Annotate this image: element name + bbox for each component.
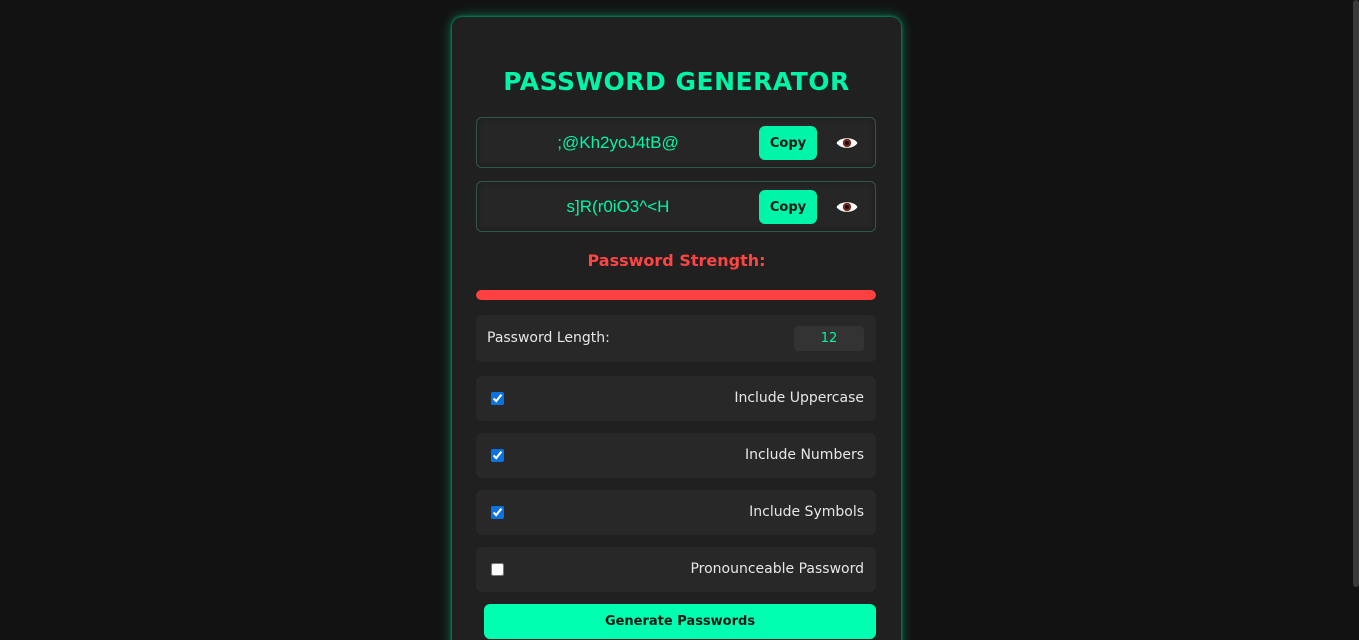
uppercase-checkbox[interactable] <box>491 392 504 405</box>
generator-card: PASSWORD GENERATOR ;@Kh2yoJ4tB@ Copy s]R… <box>452 17 901 640</box>
generate-button[interactable]: Generate Passwords <box>484 604 876 639</box>
copy-button-1[interactable]: Copy <box>759 126 817 160</box>
password-output-2: s]R(r0iO3^<H Copy <box>476 181 876 232</box>
password-value-2[interactable]: s]R(r0iO3^<H <box>477 182 759 231</box>
password-output-1: ;@Kh2yoJ4tB@ Copy <box>476 117 876 168</box>
symbols-checkbox[interactable] <box>491 506 504 519</box>
option-symbols[interactable]: Include Symbols <box>476 490 876 535</box>
password-value-1[interactable]: ;@Kh2yoJ4tB@ <box>477 118 759 167</box>
numbers-checkbox[interactable] <box>491 449 504 462</box>
page: PASSWORD GENERATOR ;@Kh2yoJ4tB@ Copy s]R… <box>0 0 1359 640</box>
length-row: Password Length: <box>476 315 876 362</box>
strength-bar <box>476 290 876 300</box>
option-uppercase[interactable]: Include Uppercase <box>476 376 876 421</box>
option-label: Pronounceable Password <box>690 561 864 577</box>
eye-icon[interactable] <box>835 198 859 216</box>
strength-bar-fill <box>476 290 876 300</box>
length-label: Password Length: <box>487 330 610 346</box>
page-title: PASSWORD GENERATOR <box>503 67 850 96</box>
option-numbers[interactable]: Include Numbers <box>476 433 876 478</box>
option-label: Include Uppercase <box>734 390 864 406</box>
strength-label: Password Strength: <box>587 251 766 270</box>
pronounceable-checkbox[interactable] <box>491 563 504 576</box>
eye-icon[interactable] <box>835 134 859 152</box>
scrollbar[interactable] <box>1353 0 1359 587</box>
option-label: Include Symbols <box>749 504 864 520</box>
option-pronounceable[interactable]: Pronounceable Password <box>476 547 876 592</box>
copy-button-2[interactable]: Copy <box>759 190 817 224</box>
option-label: Include Numbers <box>745 447 864 463</box>
length-input[interactable] <box>794 326 864 351</box>
